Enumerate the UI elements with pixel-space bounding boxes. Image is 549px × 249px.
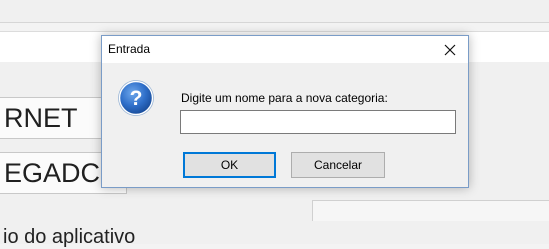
question-icon: ? [118,80,154,116]
svg-text:?: ? [130,87,143,110]
input-dialog: Entrada ? Digite um nome para a nova cat… [101,35,469,188]
close-button[interactable] [432,36,468,63]
dialog-prompt: Digite um nome para a nova categoria: [181,91,388,105]
dialog-title-bar[interactable]: Entrada [102,36,468,63]
dialog-title: Entrada [108,42,151,56]
app-top-bar [0,0,549,23]
close-icon [444,44,456,55]
cancel-button[interactable]: Cancelar [291,152,385,178]
app-section-caption: io do aplicativo [3,226,136,248]
app-right-panel [312,200,549,221]
category-name-input[interactable] [180,110,456,134]
ok-button[interactable]: OK [183,152,276,178]
